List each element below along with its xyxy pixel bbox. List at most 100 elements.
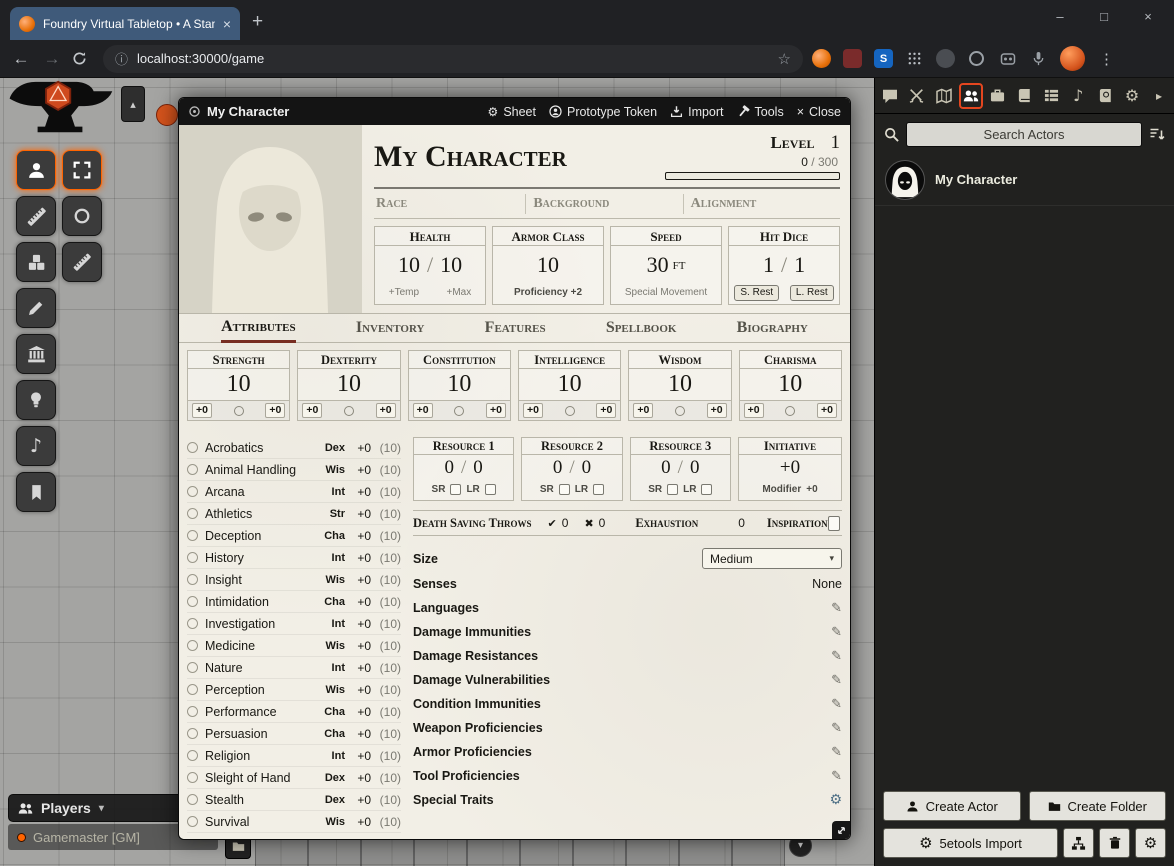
initiative-box[interactable]: Initiative +0 Modifier +0: [738, 437, 842, 501]
lr-checkbox[interactable]: [701, 484, 712, 495]
ability-score[interactable]: 10: [298, 369, 399, 400]
sheet-config-button[interactable]: ⚙ Sheet: [488, 105, 536, 119]
alignment-field[interactable]: Alignment: [683, 194, 840, 214]
skill-name[interactable]: Persuasion: [205, 727, 318, 741]
delete-button[interactable]: [1099, 828, 1130, 858]
resource-title[interactable]: Resource 1: [414, 438, 513, 455]
tab-tables[interactable]: [1039, 83, 1063, 109]
s-extension-icon[interactable]: S: [874, 49, 893, 68]
skill-name[interactable]: Nature: [205, 661, 318, 675]
tab-settings[interactable]: ⚙: [1120, 83, 1144, 109]
minimize-button[interactable]: –: [1038, 2, 1082, 32]
skill-proficiency-toggle[interactable]: [187, 750, 198, 761]
token-controls-button[interactable]: [16, 150, 56, 190]
resource-current[interactable]: 0: [553, 457, 563, 479]
hit-dice-current[interactable]: 1: [763, 252, 774, 278]
edit-icon[interactable]: ✎: [831, 649, 842, 664]
level-value[interactable]: 1: [831, 132, 841, 154]
skill-name[interactable]: Religion: [205, 749, 318, 763]
skill-proficiency-toggle[interactable]: [187, 816, 198, 827]
lr-checkbox[interactable]: [485, 484, 496, 495]
tab-items[interactable]: [986, 83, 1010, 109]
skill-name[interactable]: Investigation: [205, 617, 318, 631]
tab-actors[interactable]: [959, 83, 983, 109]
skill-row[interactable]: Persuasion Cha +0 (10): [187, 723, 401, 745]
speed-value[interactable]: 30: [647, 252, 669, 278]
skill-proficiency-toggle[interactable]: [187, 662, 198, 673]
armor-class-box[interactable]: Armor Class 10 Proficiency +2: [492, 226, 604, 305]
background-field[interactable]: Background: [525, 194, 682, 214]
target-tool-button[interactable]: [62, 196, 102, 236]
tab-combat[interactable]: [905, 83, 929, 109]
resource-max[interactable]: 0: [690, 457, 700, 479]
close-window-button[interactable]: ×: [1126, 2, 1170, 32]
ability-box[interactable]: Charisma 10 +0 +0: [739, 350, 842, 421]
hit-dice-box[interactable]: Hit Dice 1 / 1 S. Rest L. Rest: [728, 226, 840, 305]
ability-box[interactable]: Wisdom 10 +0 +0: [628, 350, 731, 421]
save-proficiency-toggle[interactable]: [675, 406, 685, 416]
skill-name[interactable]: Animal Handling: [205, 463, 318, 477]
tab-scenes[interactable]: [932, 83, 956, 109]
mask-extension-icon[interactable]: [998, 49, 1017, 68]
profile-avatar[interactable]: [1060, 46, 1085, 71]
save-proficiency-toggle[interactable]: [785, 406, 795, 416]
tab-attributes[interactable]: Attributes: [221, 314, 296, 343]
skill-row[interactable]: Religion Int +0 (10): [187, 745, 401, 767]
character-sheet-window[interactable]: My Character ⚙ Sheet Prototype Token Imp…: [178, 97, 851, 840]
ability-box[interactable]: Strength 10 +0 +0: [187, 350, 290, 421]
initiative-value[interactable]: +0: [780, 457, 800, 479]
skill-proficiency-toggle[interactable]: [187, 684, 198, 695]
ability-box[interactable]: Constitution 10 +0 +0: [408, 350, 511, 421]
apps-grid-icon[interactable]: [905, 49, 924, 68]
lighting-controls-button[interactable]: [16, 380, 56, 420]
ability-score[interactable]: 10: [629, 369, 730, 400]
tab-close-icon[interactable]: ×: [223, 17, 231, 31]
tools-button[interactable]: Tools: [737, 105, 784, 119]
edit-icon[interactable]: ✎: [831, 769, 842, 784]
game-canvas[interactable]: ▴ ♪ My Character ⚙ Sheet Prototype Token: [0, 78, 1174, 866]
skill-row[interactable]: Athletics Str +0 (10): [187, 503, 401, 525]
wall-controls-button[interactable]: [16, 334, 56, 374]
skill-name[interactable]: History: [205, 551, 318, 565]
address-bar[interactable]: ⓘ localhost:30000/game ☆: [103, 45, 803, 73]
death-success-icon[interactable]: ✔: [548, 517, 557, 530]
skill-row[interactable]: Nature Int +0 (10): [187, 657, 401, 679]
hp-current[interactable]: 10: [398, 252, 420, 278]
skill-name[interactable]: Performance: [205, 705, 318, 719]
exhaustion-value[interactable]: 0: [738, 516, 745, 530]
forward-button[interactable]: →: [41, 49, 63, 69]
ruler-tool-button[interactable]: [62, 242, 102, 282]
background-app-button[interactable]: [156, 104, 178, 126]
adblock-extension-icon[interactable]: [843, 49, 862, 68]
resource-title[interactable]: Resource 2: [522, 438, 621, 455]
skill-row[interactable]: History Int +0 (10): [187, 547, 401, 569]
sort-icon[interactable]: [1149, 126, 1165, 142]
hp-max[interactable]: 10: [440, 252, 462, 278]
skill-name[interactable]: Intimidation: [205, 595, 318, 609]
skill-name[interactable]: Stealth: [205, 793, 318, 807]
skill-proficiency-toggle[interactable]: [187, 552, 198, 563]
window-resize-handle[interactable]: [832, 821, 850, 839]
browser-menu-button[interactable]: ⋮: [1099, 50, 1114, 68]
edit-icon[interactable]: ✎: [831, 625, 842, 640]
save-proficiency-toggle[interactable]: [454, 406, 464, 416]
skill-proficiency-toggle[interactable]: [187, 486, 198, 497]
edit-icon[interactable]: ✎: [831, 697, 842, 712]
actor-list-item[interactable]: My Character: [875, 154, 1174, 206]
skill-row[interactable]: Medicine Wis +0 (10): [187, 635, 401, 657]
skill-name[interactable]: Athletics: [205, 507, 318, 521]
special-movement-button[interactable]: Special Movement: [625, 287, 707, 298]
new-tab-button[interactable]: +: [252, 11, 263, 33]
size-select[interactable]: Medium ▾: [702, 548, 842, 569]
sound-controls-button[interactable]: ♪: [16, 426, 56, 466]
tab-biography[interactable]: Biography: [737, 315, 808, 341]
skill-proficiency-toggle[interactable]: [187, 530, 198, 541]
death-success-value[interactable]: 0: [562, 516, 569, 530]
search-actors-input[interactable]: [906, 122, 1142, 147]
ability-box[interactable]: Intelligence 10 +0 +0: [518, 350, 621, 421]
settings-button[interactable]: ⚙: [1135, 828, 1166, 858]
actor-avatar[interactable]: [885, 160, 925, 200]
resource-current[interactable]: 0: [661, 457, 671, 479]
resource-title[interactable]: Resource 3: [631, 438, 730, 455]
skill-row[interactable]: Perception Wis +0 (10): [187, 679, 401, 701]
